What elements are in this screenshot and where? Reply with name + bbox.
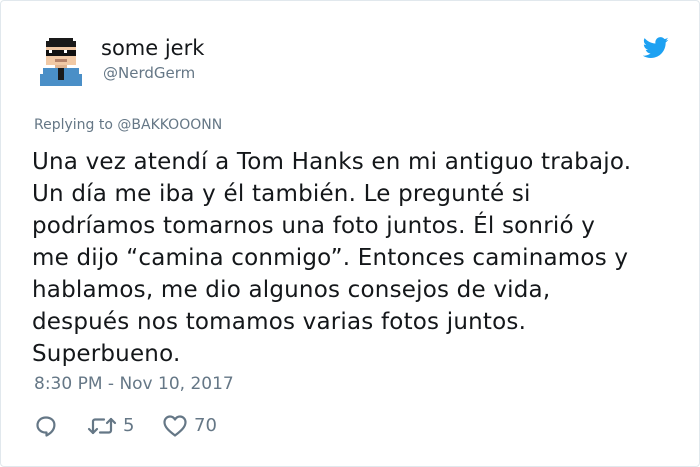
like-button[interactable]: 70 — [162, 411, 217, 441]
tweet-text-line: Una vez atendí a Tom Hanks en mi antiguo… — [32, 149, 632, 175]
replying-label: Replying to — [34, 117, 113, 133]
retweet-button[interactable]: 5 — [87, 411, 134, 441]
reply-bubble-icon — [34, 414, 58, 438]
author-display-name[interactable]: some jerk — [101, 35, 204, 61]
author-handle[interactable]: @NerdGerm — [103, 63, 195, 83]
replying-to: Replying to @BAKKOOONN — [34, 116, 222, 134]
retweet-arrows-icon — [87, 415, 117, 437]
twitter-bird-icon[interactable] — [642, 37, 669, 59]
retweet-count: 5 — [123, 415, 135, 436]
tweet-text-line: Superbueno. — [32, 341, 181, 367]
tweet-card: some jerk @NerdGerm Replying to @BAKKOOO… — [0, 0, 700, 467]
heart-outline-icon — [162, 414, 188, 438]
tweet-text-line: hablamos, me dio algunos consejos de vid… — [32, 277, 551, 303]
tweet-text-line: después nos tomamos varias fotos juntos. — [32, 309, 527, 335]
tweet-text-line: Un día me iba y él también. Le pregunté … — [32, 181, 531, 207]
tweet-text-line: me dijo “camina conmigo”. Entonces camin… — [32, 245, 629, 271]
tweet-text: Una vez atendí a Tom Hanks en mi antiguo… — [32, 146, 682, 370]
tweet-text-line: podríamos tomarnos una foto juntos. Él s… — [32, 213, 596, 239]
replying-handle-link[interactable]: @BAKKOOONN — [117, 117, 222, 133]
reply-button[interactable] — [34, 411, 58, 441]
tweet-timestamp[interactable]: 8:30 PM - Nov 10, 2017 — [34, 373, 234, 395]
avatar-pixel-icon — [40, 38, 82, 86]
like-count: 70 — [194, 415, 217, 436]
avatar[interactable] — [34, 35, 88, 89]
